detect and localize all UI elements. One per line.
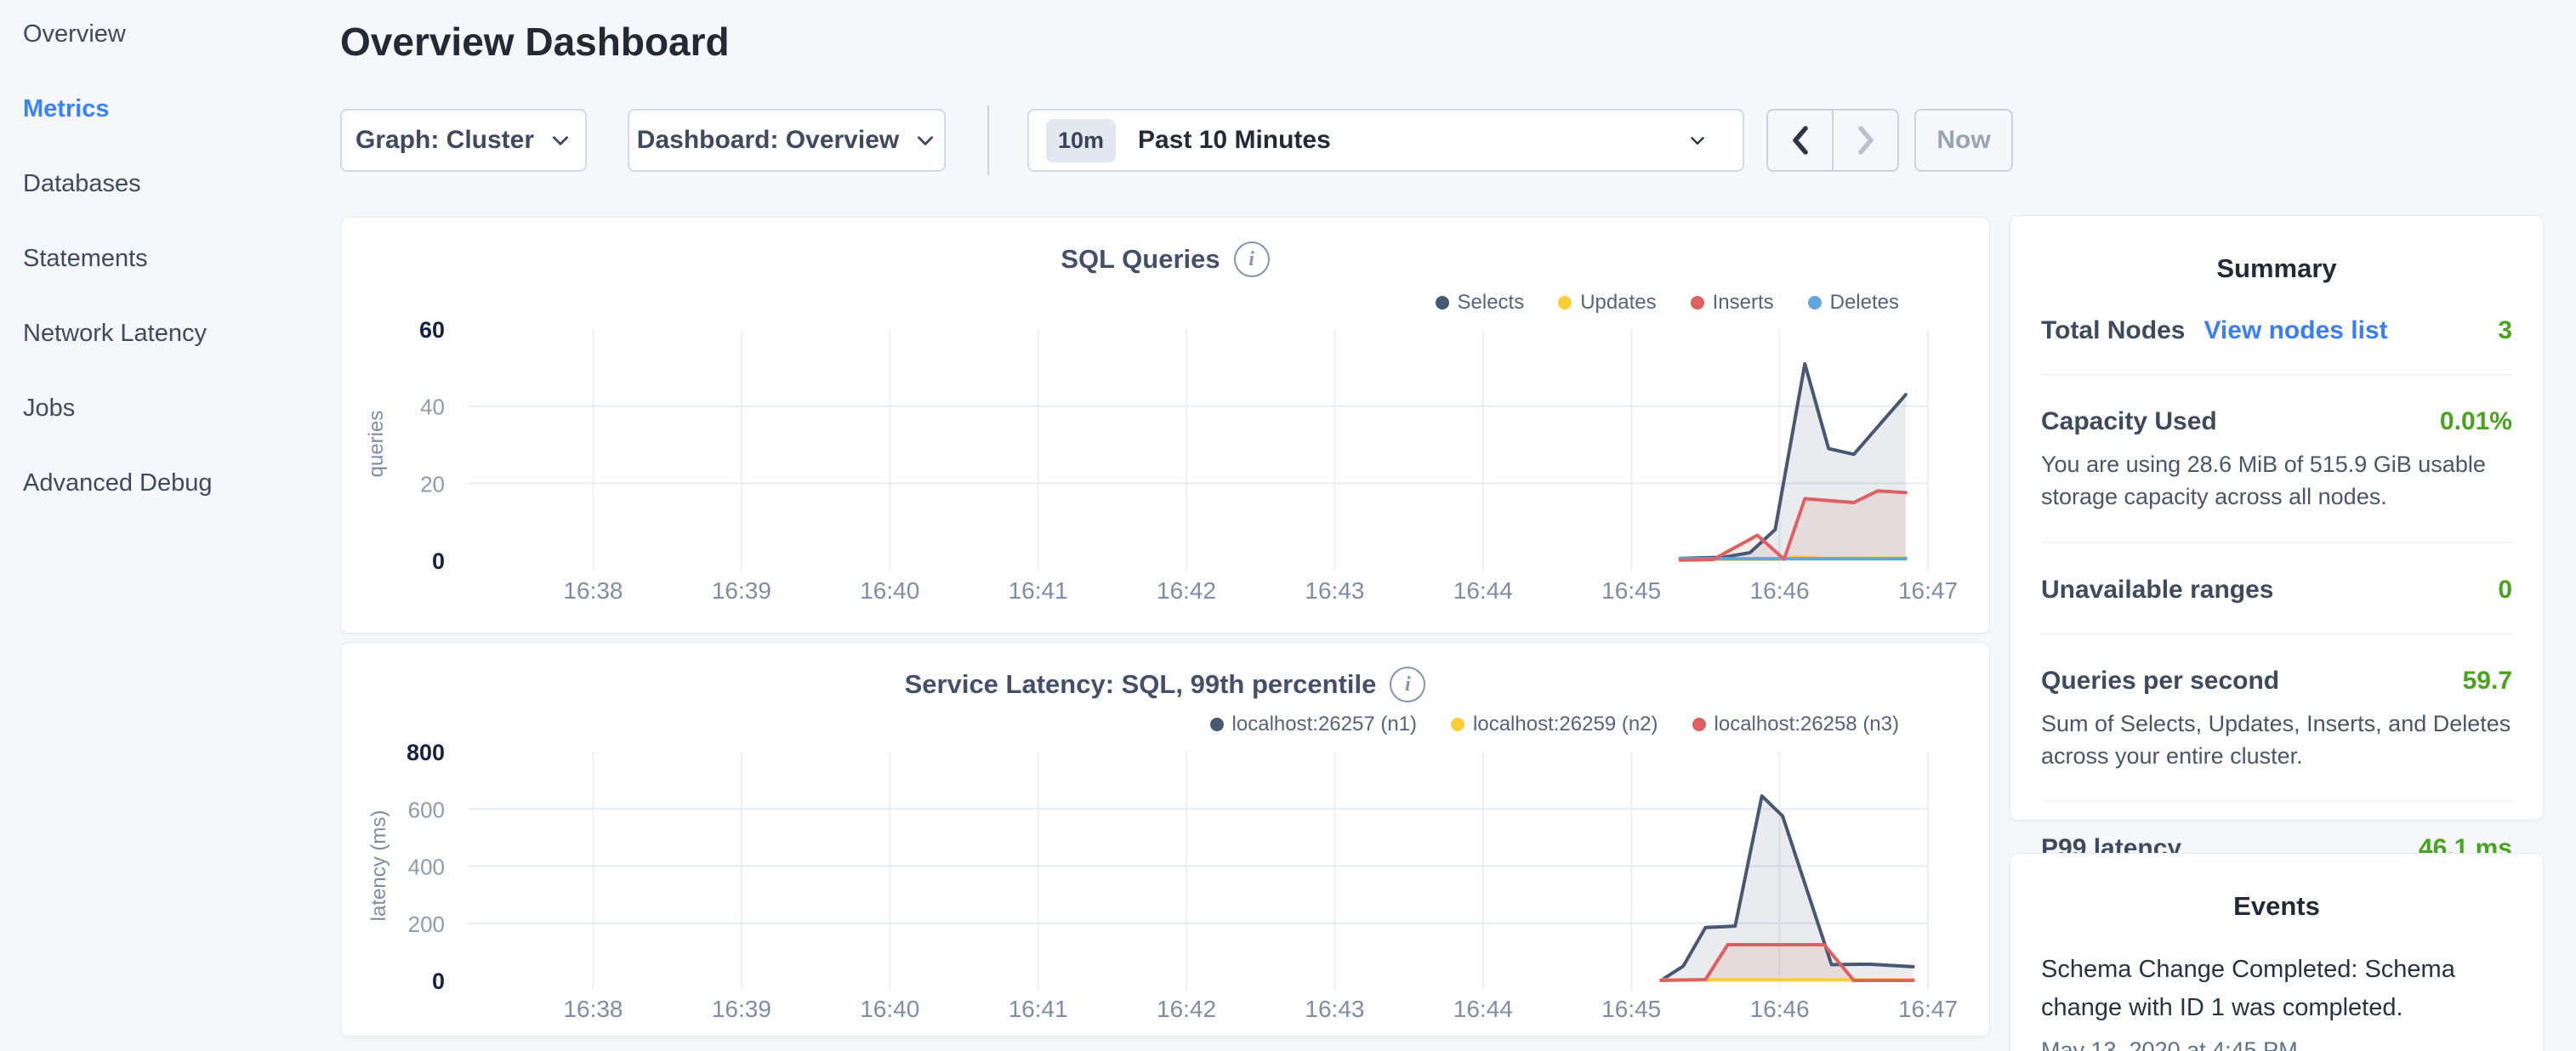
axis-tick-label: 16:41 xyxy=(1009,996,1068,1022)
now-button-label: Now xyxy=(1936,126,1990,155)
sql-queries-plot[interactable]: 16:38 16:39 16:40 16:41 16:42 16:43 16:44 16:45… xyxy=(341,218,1989,633)
y-axis-unit-label: queries xyxy=(365,384,389,503)
summary-row-description: You are using 28.6 MiB of 515.9 GiB usab… xyxy=(2041,448,2512,514)
sidebar: Overview Metrics Databases Statements Ne… xyxy=(0,0,340,1051)
summary-row-label: Queries per second xyxy=(2041,667,2279,696)
axis-tick-label: 16:44 xyxy=(1453,996,1513,1022)
axis-tick-label: 40 xyxy=(420,395,445,420)
chevron-down-icon xyxy=(549,129,571,151)
graph-scope-label: Graph: Cluster xyxy=(355,126,534,155)
summary-row-description: Sum of Selects, Updates, Inserts, and De… xyxy=(2041,707,2512,773)
divider xyxy=(2041,801,2512,802)
now-button[interactable]: Now xyxy=(1914,109,2013,172)
axis-tick-label: 800 xyxy=(407,740,445,765)
axis-tick-label: 16:47 xyxy=(1898,577,1958,604)
axis-tick-label: 16:46 xyxy=(1750,996,1810,1022)
step-forward-button[interactable] xyxy=(1834,111,1897,170)
admin-ui-root: Overview Metrics Databases Statements Ne… xyxy=(0,0,2576,1051)
page-title: Overview Dashboard xyxy=(340,19,730,65)
axis-tick-label: 60 xyxy=(419,317,445,343)
axis-tick-label: 16:47 xyxy=(1898,996,1958,1022)
axis-tick-label: 16:38 xyxy=(563,577,623,604)
summary-row-capacity-used: Capacity Used 0.01% xyxy=(2041,407,2512,436)
sidebar-item-network-latency[interactable]: Network Latency xyxy=(0,311,340,355)
sidebar-item-metrics[interactable]: Metrics xyxy=(0,87,340,131)
axis-tick-label: 20 xyxy=(420,471,445,497)
sql-queries-chart-card: SQL Queries i SelectsUpdatesInsertsDelet… xyxy=(340,217,1990,633)
service-latency-plot[interactable]: 16:38 16:39 16:40 16:41 16:42 16:43 16:44 16:45… xyxy=(341,643,1989,1036)
summary-row-unavailable-ranges: Unavailable ranges 0 xyxy=(2041,576,2512,605)
time-step-buttons xyxy=(1766,109,1899,172)
divider xyxy=(2041,374,2512,375)
chevron-down-icon xyxy=(914,129,936,151)
summary-row-value: 0.01% xyxy=(2440,407,2512,436)
axis-tick-label: 16:40 xyxy=(860,577,919,604)
sidebar-item-jobs[interactable]: Jobs xyxy=(0,386,340,430)
event-message: Schema Change Completed: Schema change w… xyxy=(2010,951,2543,1027)
controls-divider xyxy=(987,105,989,175)
axis-tick-label: 600 xyxy=(408,797,445,822)
axis-tick-label: 16:43 xyxy=(1305,577,1364,604)
summary-row-value: 0 xyxy=(2498,576,2512,605)
event-timestamp: May 13, 2020 at 4:45 PM xyxy=(2010,1037,2543,1051)
service-latency-chart-card: Service Latency: SQL, 99th percentile i … xyxy=(340,642,1990,1037)
time-range-selector[interactable]: 10m Past 10 Minutes xyxy=(1027,109,1744,172)
axis-tick-label: 400 xyxy=(408,855,445,880)
axis-tick-label: 16:39 xyxy=(712,996,771,1022)
summary-title: Summary xyxy=(2010,253,2543,284)
axis-tick-label: 16:42 xyxy=(1157,577,1216,604)
summary-row-total-nodes: Total Nodes View nodes list 3 xyxy=(2041,316,2512,345)
axis-tick-label: 16:39 xyxy=(712,577,771,604)
view-nodes-list-link[interactable]: View nodes list xyxy=(2204,316,2387,345)
axis-tick-label: 16:40 xyxy=(860,996,919,1022)
chevron-down-icon xyxy=(1686,129,1709,151)
divider xyxy=(2041,633,2512,634)
step-back-button[interactable] xyxy=(1768,111,1834,170)
chevron-left-icon xyxy=(1788,123,1813,157)
summary-row-label: Capacity Used xyxy=(2041,407,2217,436)
summary-row-label: Total Nodes xyxy=(2041,316,2185,345)
axis-tick-label: 200 xyxy=(408,912,445,937)
sidebar-item-databases[interactable]: Databases xyxy=(0,162,340,206)
summary-row-label: Unavailable ranges xyxy=(2041,576,2273,605)
axis-tick-label: 16:46 xyxy=(1750,577,1810,604)
summary-panel: Summary Total Nodes View nodes list 3 Ca… xyxy=(2010,215,2544,821)
sidebar-item-advanced-debug[interactable]: Advanced Debug xyxy=(0,461,340,505)
axis-tick-label: 0 xyxy=(432,548,445,574)
summary-row-value: 59.7 xyxy=(2463,667,2512,696)
summary-row-queries-per-second: Queries per second 59.7 xyxy=(2041,667,2512,696)
axis-tick-label: 16:41 xyxy=(1009,577,1068,604)
chevron-right-icon xyxy=(1853,123,1879,157)
axis-tick-label: 16:43 xyxy=(1305,996,1364,1022)
axis-tick-label: 16:38 xyxy=(563,996,623,1022)
events-panel: Events Schema Change Completed: Schema c… xyxy=(2010,853,2544,1051)
summary-row-value: 3 xyxy=(2498,316,2512,345)
sidebar-item-statements[interactable]: Statements xyxy=(0,236,340,281)
sidebar-item-overview[interactable]: Overview xyxy=(0,12,340,56)
events-title: Events xyxy=(2010,891,2543,922)
axis-tick-label: 16:44 xyxy=(1453,577,1513,604)
y-axis-unit-label: latency (ms) xyxy=(367,793,391,938)
axis-tick-label: 16:42 xyxy=(1157,996,1216,1022)
dashboard-label: Dashboard: Overview xyxy=(637,126,899,155)
time-range-badge: 10m xyxy=(1046,119,1116,162)
axis-tick-label: 16:45 xyxy=(1601,577,1661,604)
graph-scope-dropdown[interactable]: Graph: Cluster xyxy=(340,109,587,172)
axis-tick-label: 0 xyxy=(432,969,445,994)
axis-tick-label: 16:45 xyxy=(1601,996,1661,1022)
time-range-label: Past 10 Minutes xyxy=(1138,126,1686,155)
dashboard-dropdown[interactable]: Dashboard: Overview xyxy=(628,109,946,172)
